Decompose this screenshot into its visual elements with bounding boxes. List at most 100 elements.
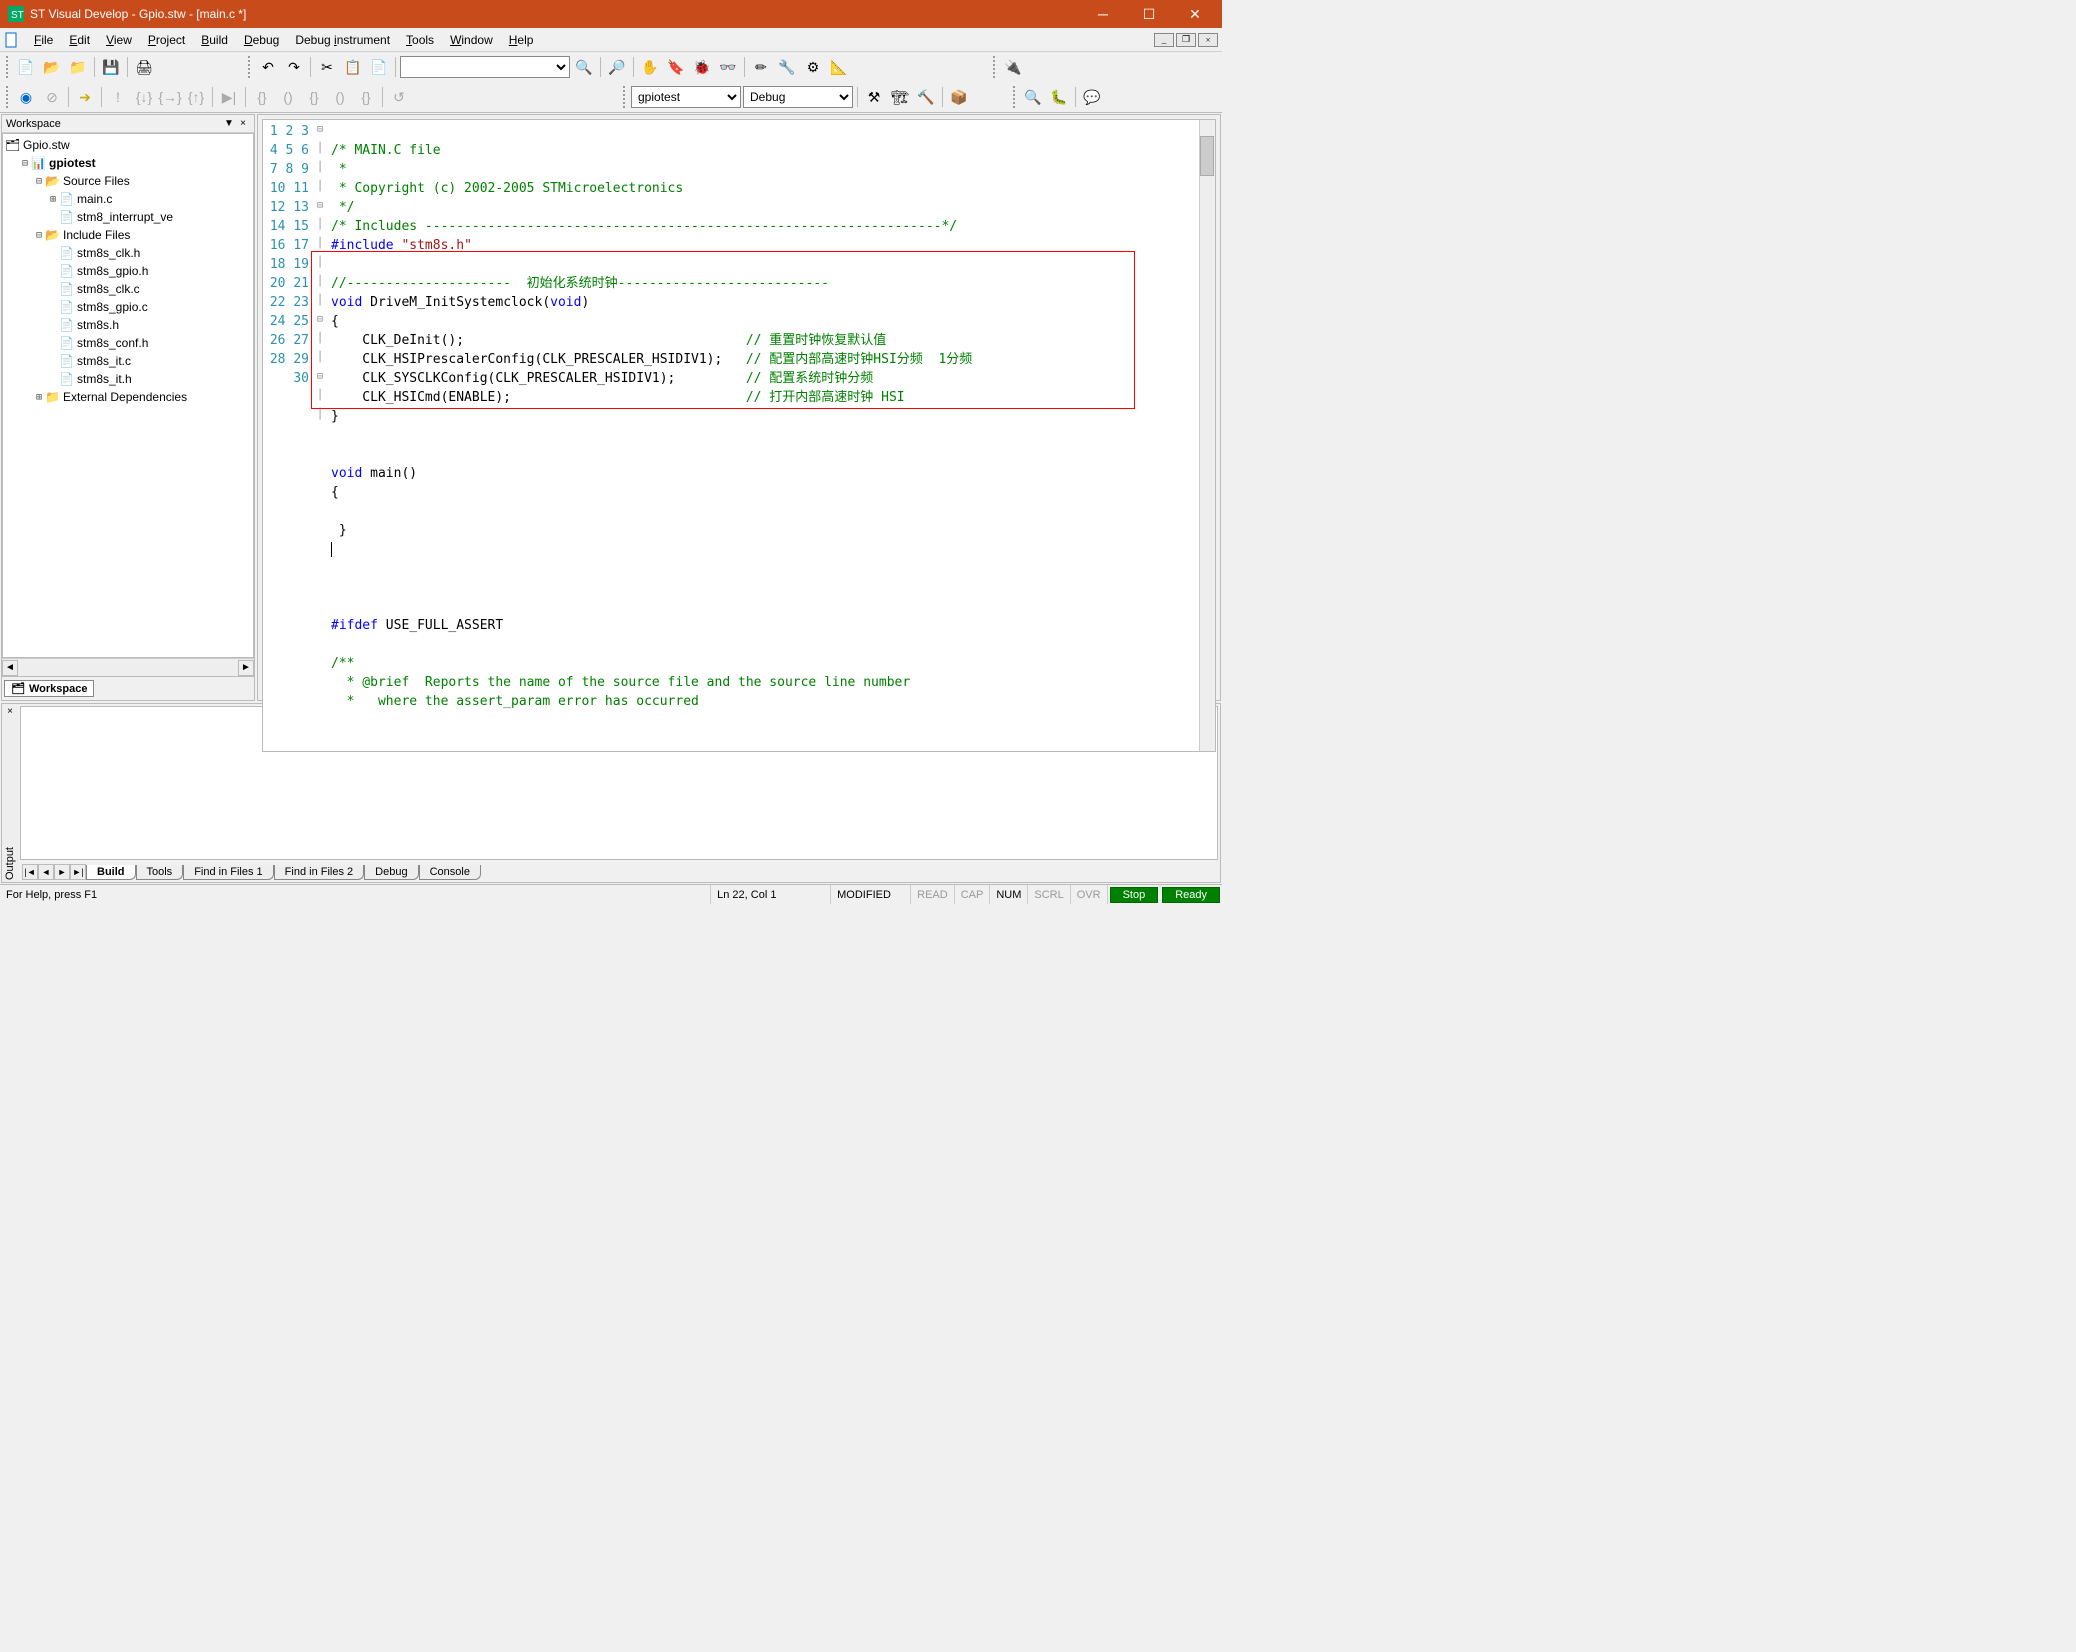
toolbar-grip[interactable]	[623, 86, 627, 108]
asm-run-button[interactable]: ()	[328, 85, 352, 109]
tool-button-4[interactable]: 📐	[827, 55, 851, 79]
tool-button-3[interactable]: ⚙	[801, 55, 825, 79]
toolbar-grip[interactable]	[248, 56, 252, 78]
workspace-hscroll[interactable]: ◄►	[2, 658, 254, 676]
tree-file[interactable]: 📄stm8s_conf.h	[5, 334, 251, 352]
asm-step-over-button[interactable]: ()	[276, 85, 300, 109]
fold-column[interactable]: ⊟ │ │ │ ⊟ │ │ │ │ │ ⊟ │ │ ⊟ │ │	[313, 120, 327, 751]
toolbar-grip[interactable]	[6, 56, 10, 78]
toggle-bookmark-button[interactable]: ✋	[638, 55, 662, 79]
maximize-button[interactable]: ☐	[1126, 0, 1172, 28]
find-next-button[interactable]: 🔍	[572, 55, 596, 79]
output-tab-last[interactable]: ►|	[70, 864, 86, 880]
view-button-3[interactable]: 💬	[1080, 85, 1104, 109]
open-workspace-button[interactable]: 📁	[66, 55, 90, 79]
open-file-button[interactable]: 📂	[40, 55, 64, 79]
tree-file[interactable]: 📄stm8s_it.h	[5, 370, 251, 388]
menu-file[interactable]: File	[26, 31, 61, 49]
clear-bookmarks-button[interactable]: 👓	[716, 55, 740, 79]
menu-help[interactable]: Help	[501, 31, 542, 49]
undo-button[interactable]: ↶	[256, 55, 280, 79]
save-button[interactable]: 💾	[99, 55, 123, 79]
toolbar-grip[interactable]	[993, 56, 997, 78]
continue-button[interactable]: !	[106, 85, 130, 109]
tree-file[interactable]: 📄stm8s_clk.h	[5, 244, 251, 262]
rebuild-button[interactable]: 🔨	[914, 85, 938, 109]
tree-file[interactable]: 📄stm8s_gpio.h	[5, 262, 251, 280]
next-bookmark-button[interactable]: 🔖	[664, 55, 688, 79]
mdi-close-button[interactable]: ×	[1198, 33, 1218, 47]
cut-button[interactable]: ✂	[315, 55, 339, 79]
print-button[interactable]: 🖨	[132, 55, 156, 79]
step-into-button[interactable]: {↓}	[132, 85, 156, 109]
editor-vscroll[interactable]	[1199, 120, 1215, 751]
tree-folder-source[interactable]: ⊟📂Source Files	[5, 172, 251, 190]
close-button[interactable]: ✕	[1172, 0, 1218, 28]
menu-edit[interactable]: Edit	[61, 31, 98, 49]
step-out-button[interactable]: {↑}	[184, 85, 208, 109]
minimize-button[interactable]: ─	[1080, 0, 1126, 28]
status-stop-button[interactable]: Stop	[1110, 887, 1159, 903]
menu-project[interactable]: Project	[140, 31, 193, 49]
workspace-menu-button[interactable]: ▼	[222, 118, 236, 129]
output-tab-console[interactable]: Console	[419, 865, 481, 880]
output-tab-find1[interactable]: Find in Files 1	[183, 865, 273, 880]
output-tab-debug[interactable]: Debug	[364, 865, 418, 880]
reset-button[interactable]: ↺	[387, 85, 411, 109]
debug-start-button[interactable]: ◉	[14, 85, 38, 109]
redo-button[interactable]: ↷	[282, 55, 306, 79]
menu-debug-instrument[interactable]: Debug instrument	[287, 31, 398, 49]
menu-view[interactable]: View	[98, 31, 140, 49]
mdi-minimize-button[interactable]: _	[1154, 33, 1174, 47]
config-select[interactable]: Debug	[743, 86, 853, 108]
asm-step-into-button[interactable]: {}	[250, 85, 274, 109]
new-file-button[interactable]: 📄	[14, 55, 38, 79]
code-text[interactable]: /* MAIN.C file * * Copyright (c) 2002-20…	[327, 120, 1215, 751]
tree-file[interactable]: ⊞📄main.c	[5, 190, 251, 208]
menu-window[interactable]: Window	[442, 31, 501, 49]
tree-folder-extdep[interactable]: ⊞📁External Dependencies	[5, 388, 251, 406]
prev-bookmark-button[interactable]: 🐞	[690, 55, 714, 79]
paste-button[interactable]: 📄	[367, 55, 391, 79]
tree-file[interactable]: 📄stm8s_it.c	[5, 352, 251, 370]
view-button-2[interactable]: 🐛	[1047, 85, 1071, 109]
compile-button[interactable]: ⚒	[862, 85, 886, 109]
tree-file[interactable]: 📄stm8_interrupt_ve	[5, 208, 251, 226]
asm-step-out-button[interactable]: {}	[302, 85, 326, 109]
workspace-tab[interactable]: 🗂Workspace	[4, 680, 94, 697]
asm-button-5[interactable]: {}	[354, 85, 378, 109]
step-over-button[interactable]: {→}	[158, 85, 182, 109]
tree-folder-include[interactable]: ⊟📂Include Files	[5, 226, 251, 244]
workspace-tree[interactable]: 🗂Gpio.stw ⊟📊gpiotest ⊟📂Source Files ⊞📄ma…	[2, 133, 254, 658]
output-tab-tools[interactable]: Tools	[136, 865, 184, 880]
menu-build[interactable]: Build	[193, 31, 236, 49]
code-editor[interactable]: 1 2 3 4 5 6 7 8 9 10 11 12 13 14 15 16 1…	[262, 119, 1216, 752]
output-tab-first[interactable]: |◄	[22, 864, 38, 880]
find-in-files-button[interactable]: 🔎	[605, 55, 629, 79]
output-close-button[interactable]: ×	[7, 706, 13, 717]
run-to-cursor-button[interactable]: ▶|	[217, 85, 241, 109]
tool-button-2[interactable]: 🔧	[775, 55, 799, 79]
copy-button[interactable]: 📋	[341, 55, 365, 79]
tree-workspace-root[interactable]: 🗂Gpio.stw	[5, 136, 251, 154]
build-button[interactable]: 🏗	[888, 85, 912, 109]
debug-stop-button[interactable]: ⊘	[40, 85, 64, 109]
output-tab-build[interactable]: Build	[86, 865, 136, 880]
tree-file[interactable]: 📄stm8s_gpio.c	[5, 298, 251, 316]
run-button[interactable]: ➔	[73, 85, 97, 109]
batch-build-button[interactable]: 📦	[947, 85, 971, 109]
tree-file[interactable]: 📄stm8s_clk.c	[5, 280, 251, 298]
output-tab-find2[interactable]: Find in Files 2	[274, 865, 364, 880]
toolbar-grip[interactable]	[6, 86, 10, 108]
output-tab-prev[interactable]: ◄	[38, 864, 54, 880]
target-select[interactable]: gpiotest	[631, 86, 741, 108]
programmer-button[interactable]: 🔌	[1001, 55, 1025, 79]
output-tab-next[interactable]: ►	[54, 864, 70, 880]
mdi-restore-button[interactable]: ❐	[1176, 33, 1196, 47]
menu-tools[interactable]: Tools	[398, 31, 442, 49]
menu-debug[interactable]: Debug	[236, 31, 287, 49]
find-combobox[interactable]	[400, 56, 570, 78]
tree-file[interactable]: 📄stm8s.h	[5, 316, 251, 334]
toolbar-grip[interactable]	[1013, 86, 1017, 108]
tool-button-1[interactable]: ✏	[749, 55, 773, 79]
